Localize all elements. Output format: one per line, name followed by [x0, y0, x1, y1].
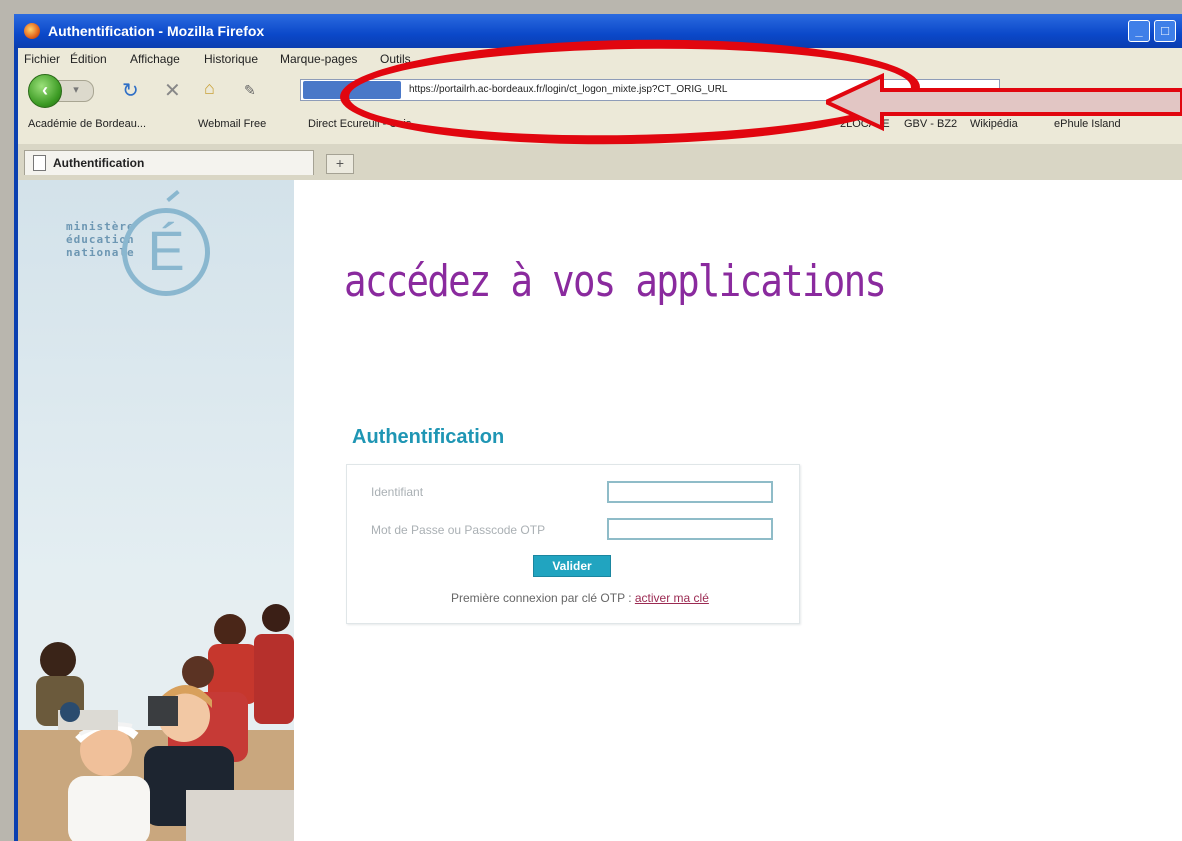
minimize-button[interactable]: _ [1128, 20, 1150, 42]
tab-strip: Authentification + [18, 144, 1182, 180]
bookmark-star-icon[interactable]: ✎ [244, 82, 256, 99]
home-icon[interactable]: ⌂ [204, 78, 215, 99]
main-panel: accédez à vos applications Authentificat… [294, 180, 1182, 841]
page-content: ministère éducation nationale É accédez … [18, 180, 1182, 841]
sidebar: ministère éducation nationale É [18, 180, 294, 841]
forward-button[interactable]: ▾ [58, 80, 94, 102]
logo-accent [166, 189, 180, 203]
validate-button[interactable]: Valider [533, 555, 611, 577]
menu-historique[interactable]: Historique [204, 52, 258, 66]
password-label: Mot de Passe ou Passcode OTP [371, 523, 546, 537]
tab-label: Authentification [53, 156, 145, 170]
auth-title: Authentification [352, 426, 505, 448]
menu-fichier[interactable]: Fichier [24, 52, 60, 66]
otp-line: Première connexion par clé OTP : activer… [451, 591, 709, 605]
menu-affichage[interactable]: Affichage [130, 52, 180, 66]
menu-marque-pages[interactable]: Marque-pages [280, 52, 357, 66]
stop-icon[interactable]: ✕ [164, 78, 181, 103]
tab-authentification[interactable]: Authentification [24, 150, 314, 175]
password-input[interactable] [607, 518, 773, 540]
back-button[interactable]: ‹ [28, 74, 62, 108]
page-icon [33, 155, 46, 171]
identifiant-label: Identifiant [371, 485, 424, 499]
students-photo [18, 600, 294, 841]
activate-key-link[interactable]: activer ma clé [635, 591, 709, 605]
firefox-icon [24, 23, 40, 39]
bookmark-item[interactable]: Webmail Free [198, 118, 266, 130]
reload-icon[interactable]: ↻ [122, 78, 139, 103]
ministry-logo: É [122, 208, 210, 296]
login-form: Identifiant Mot de Passe ou Passcode OTP… [346, 464, 800, 624]
page-headline: accédez à vos applications [344, 256, 887, 307]
highlight-arrow [826, 72, 1182, 132]
new-tab-button[interactable]: + [326, 154, 354, 174]
menu-edition[interactable]: Édition [70, 52, 107, 66]
window-title: Authentification - Mozilla Firefox [48, 23, 265, 39]
otp-text: Première connexion par clé OTP : [451, 591, 632, 605]
maximize-button[interactable]: □ [1154, 20, 1176, 42]
identifiant-input[interactable] [607, 481, 773, 503]
bookmark-item[interactable]: Académie de Bordeau... [28, 118, 146, 130]
